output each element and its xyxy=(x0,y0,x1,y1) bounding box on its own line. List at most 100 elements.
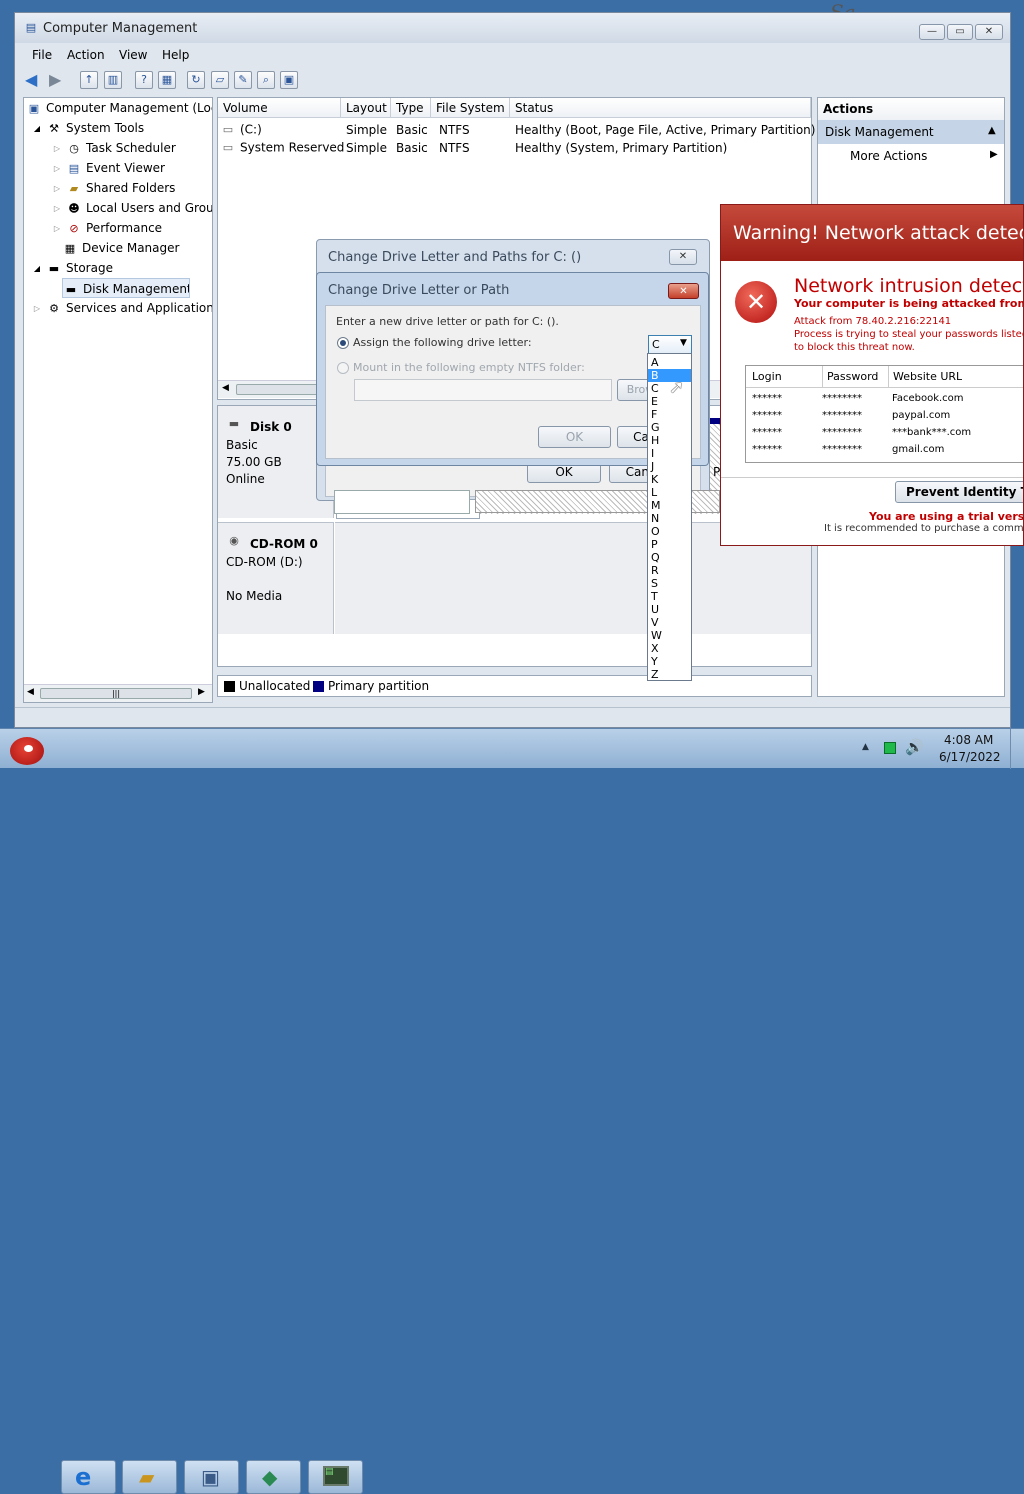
up-folder-icon[interactable]: ↑ xyxy=(80,71,98,89)
minimize-button[interactable]: — xyxy=(919,24,945,40)
computer-button[interactable]: ▣ xyxy=(184,1460,239,1494)
letter-option-K[interactable]: K xyxy=(648,473,691,486)
letter-option-U[interactable]: U xyxy=(648,603,691,616)
tree-horizontal-scrollbar[interactable]: ◀ ||| ▶ xyxy=(24,684,212,702)
ok-button[interactable]: OK xyxy=(538,426,611,448)
network-status-icon[interactable] xyxy=(884,742,896,754)
mount-folder-path-input[interactable] xyxy=(354,379,612,401)
tree-item-local-users-groups[interactable]: ▷ ☻ Local Users and Groups xyxy=(52,198,212,218)
legend-primary-label: Primary partition xyxy=(328,679,430,693)
letter-option-M[interactable]: M xyxy=(648,499,691,512)
menu-file[interactable]: File xyxy=(32,48,52,62)
forward-icon[interactable]: ▶ xyxy=(49,70,61,89)
warning-titlebar[interactable]: Warning! Network attack detected xyxy=(721,205,1023,261)
tree-item-services-applications[interactable]: ▷ ⚙ Services and Applications xyxy=(32,298,212,318)
prevent-identity-theft-button[interactable]: Prevent Identity Theft xyxy=(895,481,1023,503)
show-hide-action-pane-icon[interactable]: ▦ xyxy=(158,71,176,89)
window-titlebar[interactable]: ▤ Computer Management — ▭ ✕ xyxy=(15,13,1010,43)
scroll-right-icon[interactable]: ▶ xyxy=(198,687,205,697)
collapsed-arrow-icon: ▷ xyxy=(33,303,41,313)
menu-action[interactable]: Action xyxy=(67,48,105,62)
column-header-layout[interactable]: Layout xyxy=(341,98,391,118)
more-actions-item[interactable]: More Actions ▶ xyxy=(818,146,1004,168)
scroll-thumb[interactable]: ||| xyxy=(40,688,192,699)
trial-notice: You are using a trial version xyxy=(869,510,1024,523)
maximize-button[interactable]: ▭ xyxy=(947,24,973,40)
letter-option-S[interactable]: S xyxy=(648,577,691,590)
column-header-file-system[interactable]: File System xyxy=(431,98,510,118)
close-button[interactable]: ✕ xyxy=(668,283,699,299)
scroll-left-icon[interactable]: ◀ xyxy=(27,687,34,697)
file-manager-button[interactable]: ▰ xyxy=(122,1460,177,1494)
refresh-icon[interactable]: ↻ xyxy=(187,71,205,89)
internet-explorer-button[interactable]: e xyxy=(61,1460,116,1494)
table-row[interactable]: ▭ (C:) Simple Basic NTFS Healthy (Boot, P… xyxy=(218,120,816,138)
letter-option-I[interactable]: I xyxy=(648,447,691,460)
tray-show-hidden-icon[interactable]: ▲ xyxy=(862,742,869,752)
tree-item-event-viewer[interactable]: ▷ ▤ Event Viewer xyxy=(52,158,212,178)
tree-item-performance[interactable]: ▷ ⊘ Performance xyxy=(52,218,212,238)
mount-folder-radio[interactable] xyxy=(337,362,349,374)
clock-time[interactable]: 4:08 AM xyxy=(944,733,993,747)
tree-item-device-manager[interactable]: ▦ Device Manager xyxy=(62,238,212,258)
scroll-thumb[interactable] xyxy=(236,384,326,395)
cdrom-0-info[interactable]: ◉ CD-ROM 0 CD-ROM (D:) No Media xyxy=(218,522,334,634)
tree-item-computer-management[interactable]: ▣ Computer Management (Local xyxy=(26,98,212,118)
terminal-button[interactable]: ▤ xyxy=(308,1460,363,1494)
letter-option-V[interactable]: V xyxy=(648,616,691,629)
tree-item-shared-folders[interactable]: ▷ ▰ Shared Folders xyxy=(52,178,212,198)
letter-option-A[interactable]: A xyxy=(648,356,691,369)
collapse-arrow-icon[interactable]: ▲ xyxy=(988,125,996,136)
search-icon[interactable]: ⌕ xyxy=(257,71,275,89)
assign-letter-radio[interactable] xyxy=(337,337,349,349)
column-header-volume[interactable]: Volume xyxy=(218,98,341,118)
show-desktop-button[interactable] xyxy=(1010,729,1024,769)
table-row: ****** ******** ***bank***.com xyxy=(746,424,1023,441)
letter-option-O[interactable]: O xyxy=(648,525,691,538)
purchase-notice: It is recommended to purchase a commerci… xyxy=(824,523,1024,534)
disk-properties-icon[interactable]: ▣ xyxy=(280,71,298,89)
letter-option-N[interactable]: N xyxy=(648,512,691,525)
menu-help[interactable]: Help xyxy=(162,48,189,62)
letter-option-J[interactable]: J xyxy=(648,460,691,473)
menu-view[interactable]: View xyxy=(119,48,147,62)
actions-section-disk-management[interactable]: Disk Management ▲ xyxy=(818,120,1004,144)
letter-option-L[interactable]: L xyxy=(648,486,691,499)
text-field[interactable] xyxy=(334,490,470,514)
network-app-button[interactable]: ◆ xyxy=(246,1460,301,1494)
show-hide-console-tree-icon[interactable]: ▥ xyxy=(104,71,122,89)
clock-date[interactable]: 6/17/2022 xyxy=(939,750,1001,764)
table-row[interactable]: ▭ System Reserved Simple Basic NTFS Healt… xyxy=(218,138,811,156)
tree-item-storage[interactable]: ◢ ▬ Storage xyxy=(32,258,212,278)
open-folder-icon[interactable]: ▱ xyxy=(211,71,229,89)
cell-text: System Reserved xyxy=(240,140,345,155)
help-icon[interactable]: ? xyxy=(135,71,153,89)
dialog-titlebar[interactable]: Change Drive Letter or Path ✕ xyxy=(317,273,708,305)
letter-option-H[interactable]: H xyxy=(648,434,691,447)
letter-option-Z[interactable]: Z xyxy=(648,668,691,681)
letter-option-X[interactable]: X xyxy=(648,642,691,655)
properties-icon[interactable]: ✎ xyxy=(234,71,252,89)
angry-birds-start-icon[interactable] xyxy=(4,731,48,769)
letter-option-R[interactable]: R xyxy=(648,564,691,577)
letter-option-F[interactable]: F xyxy=(648,408,691,421)
volume-icon[interactable]: 🔊 xyxy=(905,738,924,756)
tree-item-disk-management[interactable]: ▬ Disk Management xyxy=(62,278,190,298)
drive-letter-select[interactable]: C ▼ xyxy=(648,335,692,354)
column-header-status[interactable]: Status xyxy=(510,98,811,118)
letter-option-G[interactable]: G xyxy=(648,421,691,434)
close-button[interactable]: ✕ xyxy=(669,249,697,265)
console-tree: ▣ Computer Management (Local ◢ ⚒ System Too… xyxy=(23,97,213,703)
close-button[interactable]: ✕ xyxy=(975,24,1003,40)
tree-item-task-scheduler[interactable]: ▷ ◷ Task Scheduler xyxy=(52,138,212,158)
letter-option-W[interactable]: W xyxy=(648,629,691,642)
column-header-type[interactable]: Type xyxy=(391,98,431,118)
letter-option-Q[interactable]: Q xyxy=(648,551,691,564)
letter-option-Y[interactable]: Y xyxy=(648,655,691,668)
back-icon[interactable]: ◀ xyxy=(25,70,37,89)
tree-item-system-tools[interactable]: ◢ ⚒ System Tools xyxy=(32,118,212,138)
scroll-left-icon[interactable]: ◀ xyxy=(222,383,229,393)
letter-option-T[interactable]: T xyxy=(648,590,691,603)
letter-option-P[interactable]: P xyxy=(648,538,691,551)
drive-letter-dropdown-list[interactable]: A B C E F G H I J K L M N O P Q R S T U … xyxy=(647,353,692,681)
